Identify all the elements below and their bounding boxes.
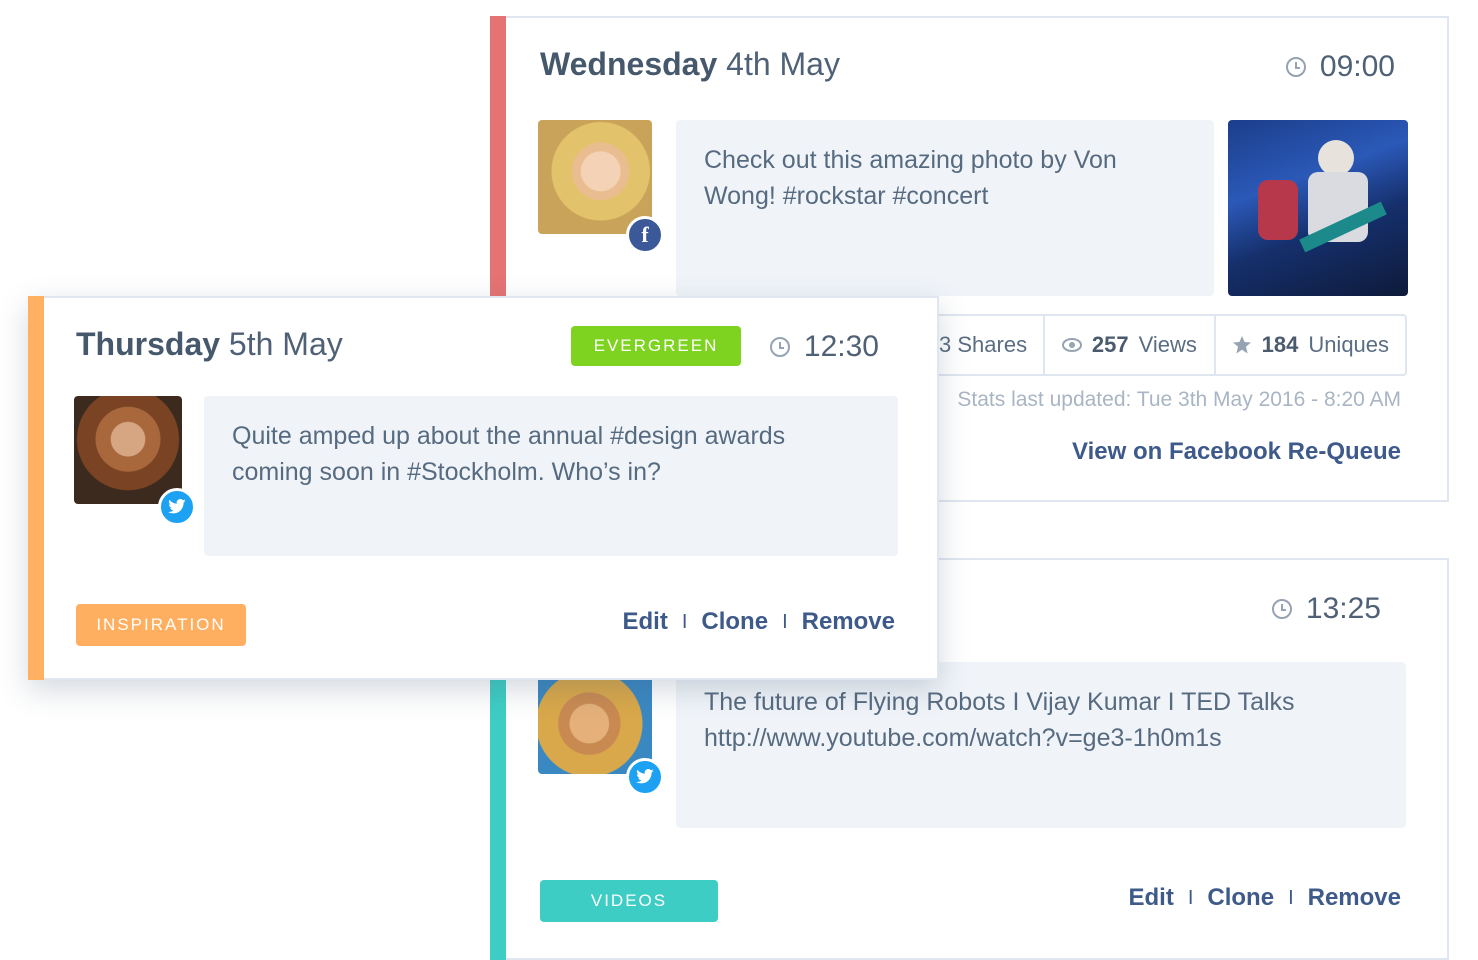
post-actions: Edit I Clone I Remove [623, 608, 896, 636]
post-date: Thursday 5th May [76, 326, 343, 363]
star-icon [1232, 336, 1251, 354]
separator: I [1288, 886, 1294, 909]
post-time-value: 13:25 [1305, 592, 1381, 625]
post-stats: 3 Shares 257 Views 184 Uniques [920, 314, 1407, 376]
post-time: 13:25 [1271, 592, 1381, 626]
remove-button[interactable]: Remove [1308, 884, 1401, 912]
post-date-rest: 5th May [228, 326, 343, 362]
clone-button[interactable]: Clone [701, 608, 768, 636]
separator: I [1187, 886, 1194, 909]
remove-button[interactable]: Remove [802, 608, 895, 636]
avatar[interactable] [74, 396, 182, 504]
stat-uniques: 184 Uniques [1213, 316, 1405, 374]
clone-button[interactable]: Clone [1207, 884, 1274, 912]
stats-updated-text: Stats last updated: Tue 3th May 2016 - 8… [957, 388, 1401, 411]
post-image[interactable] [1228, 120, 1408, 296]
category-tag-videos[interactable]: VIDEOS [540, 880, 718, 922]
evergreen-badge: EVERGREEN [571, 326, 741, 366]
clock-icon [769, 337, 790, 357]
post-time: 12:30 [769, 330, 879, 364]
post-day: Wednesday [540, 46, 718, 82]
post-date: Wednesday 4th May [540, 46, 840, 83]
stat-views: 257 Views [1043, 316, 1214, 374]
post-date-rest: 4th May [726, 46, 840, 82]
post-time-value: 12:30 [803, 330, 879, 363]
stat-shares: 3 Shares [939, 332, 1028, 357]
avatar[interactable] [538, 120, 652, 234]
category-tag-inspiration[interactable]: INSPIRATION [76, 604, 246, 646]
clock-icon [1285, 57, 1306, 77]
status-stripe-orange [28, 296, 44, 680]
post-message[interactable]: Quite amped up about the annual #design … [204, 396, 898, 556]
clock-icon [1271, 599, 1292, 619]
post-time-value: 09:00 [1319, 50, 1395, 83]
twitter-icon [158, 488, 196, 526]
post-message[interactable]: The future of Flying Robots I Vijay Kuma… [676, 662, 1406, 828]
edit-button[interactable]: Edit [623, 608, 668, 636]
post-card-thursday: Thursday 5th May EVERGREEN 12:30 Quite a… [28, 296, 939, 680]
view-on-facebook-link[interactable]: View on Facebook Re-Queue [1072, 438, 1401, 466]
twitter-icon [626, 758, 664, 796]
post-actions: Edit I Clone I Remove [1129, 884, 1402, 912]
eye-icon [1061, 338, 1082, 352]
facebook-icon: f [626, 216, 664, 254]
post-day: Thursday [76, 326, 221, 362]
post-message[interactable]: Check out this amazing photo by Von Wong… [676, 120, 1214, 296]
edit-button[interactable]: Edit [1129, 884, 1174, 912]
separator: I [681, 610, 688, 633]
separator: I [782, 610, 788, 633]
post-time: 09:00 [1285, 50, 1395, 84]
